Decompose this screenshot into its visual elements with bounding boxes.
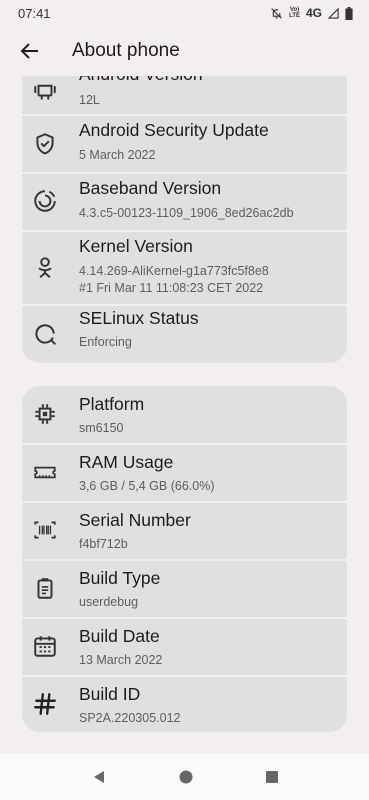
nav-home-button[interactable]: [178, 769, 194, 785]
row-subtitle: 5 March 2022: [79, 148, 156, 162]
calendar-icon: [34, 636, 56, 657]
row-title: Android Security Update: [79, 120, 269, 140]
chip-icon: [35, 404, 55, 424]
signal-icon: [328, 7, 339, 19]
row-subtitle: sm6150: [79, 421, 124, 435]
back-button[interactable]: [6, 27, 54, 75]
row-kernel-version[interactable]: Kernel Version 4.14.269-AliKernel-g1a773…: [22, 232, 347, 304]
row-build-type[interactable]: Build Type userdebug: [22, 561, 347, 617]
row-subtitle: 3,6 GB / 5,4 GB (66.0%): [79, 479, 215, 493]
row-selinux-status[interactable]: SELinux Status Enforcing: [22, 306, 347, 363]
notifications-off-icon: [271, 7, 282, 19]
row-title: RAM Usage: [79, 452, 174, 472]
page-title: About phone: [72, 40, 180, 61]
clipboard-icon: [37, 578, 53, 599]
row-platform[interactable]: Platform sm6150: [22, 386, 347, 443]
app-bar: About phone: [0, 26, 369, 76]
status-bar: 07:41 Vo) LTE 4G: [0, 0, 369, 26]
device-info-card: Android Version 12L Android Security Upd…: [22, 44, 347, 363]
row-subtitle: f4bf712b: [79, 537, 128, 551]
row-subtitle: 4.14.269-AliKernel-g1a773fc5f8e8: [79, 264, 269, 278]
row-subtitle: Enforcing: [79, 335, 132, 349]
shield-check-icon: [36, 133, 54, 155]
volte-indicator: Vo) LTE: [289, 7, 300, 19]
row-title: Baseband Version: [79, 178, 222, 198]
row-ram-usage[interactable]: RAM Usage 3,6 GB / 5,4 GB (66.0%): [22, 445, 347, 501]
row-serial-number[interactable]: Serial Number f4bf712b: [22, 503, 347, 559]
row-title: Kernel Version: [79, 236, 193, 256]
status-time: 07:41: [18, 5, 51, 21]
battery-icon: [345, 6, 353, 20]
row-baseband-version[interactable]: Baseband Version 4.3.c5-00123-1109_1906_…: [22, 174, 347, 230]
row-title: Build Date: [79, 626, 160, 646]
row-title: Platform: [79, 394, 145, 414]
row-title: Serial Number: [79, 510, 191, 530]
row-title: Build ID: [79, 684, 141, 704]
row-build-date[interactable]: Build Date 13 March 2022: [22, 619, 347, 675]
nav-back-button[interactable]: [91, 769, 107, 785]
baseband-icon: [34, 190, 56, 212]
row-title: Build Type: [79, 568, 161, 588]
row-title: SELinux Status: [79, 308, 199, 328]
row-build-id[interactable]: Build ID SP2A.220305.012: [22, 677, 347, 732]
row-subtitle-2: #1 Fri Mar 11 11:08:23 CET 2022: [79, 281, 264, 295]
kernel-icon: [38, 257, 52, 278]
row-subtitle: 4.3.c5-00123-1109_1906_8ed26ac2db: [79, 206, 294, 220]
arrow-back-icon: [20, 43, 38, 59]
row-subtitle: 13 March 2022: [79, 653, 163, 667]
selinux-icon: [35, 324, 56, 345]
row-security-update[interactable]: Android Security Update 5 March 2022: [22, 116, 347, 172]
nav-recents-button[interactable]: [265, 770, 279, 784]
network-type: 4G: [305, 6, 322, 20]
settings-list[interactable]: Android Version 12L Android Security Upd…: [0, 0, 369, 754]
android-icon: [34, 84, 56, 100]
navigation-bar: [0, 754, 369, 800]
ram-icon: [34, 466, 56, 479]
row-subtitle: SP2A.220305.012: [79, 711, 181, 725]
hardware-info-card: Platform sm6150 RAM Usage 3,6 GB / 5,4 G…: [22, 386, 347, 732]
barcode-icon: [34, 521, 56, 539]
row-subtitle: 12L: [79, 93, 100, 107]
hash-icon: [34, 693, 56, 715]
row-subtitle: userdebug: [79, 595, 139, 609]
